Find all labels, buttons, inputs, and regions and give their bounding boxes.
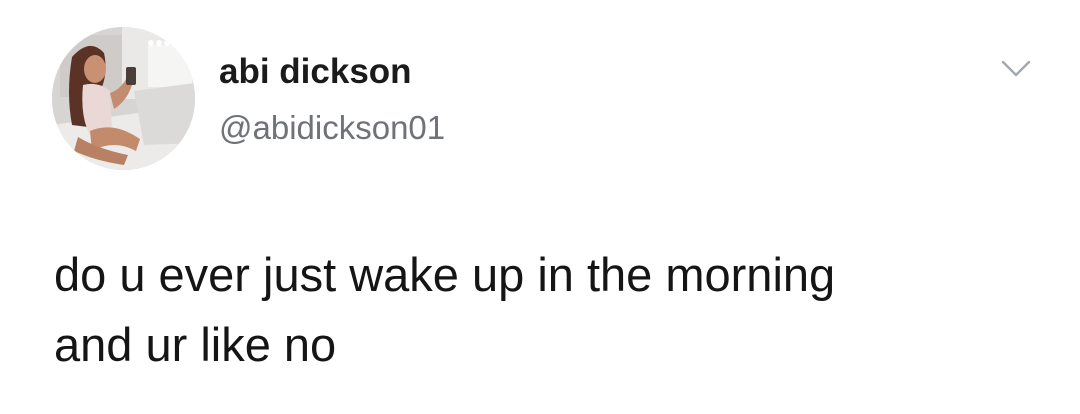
avatar-photo-icon: [52, 27, 195, 170]
tweet-menu-button[interactable]: [999, 56, 1033, 82]
chevron-down-icon: [1001, 60, 1031, 77]
profile-avatar[interactable]: [52, 27, 195, 170]
tweet-text: do u ever just wake up in the morning an…: [54, 248, 836, 371]
user-handle[interactable]: @abidickson01: [219, 107, 445, 149]
user-display-name[interactable]: abi dickson: [219, 50, 412, 94]
tweet-card: abi dickson @abidickson01 do u ever just…: [0, 0, 1080, 414]
